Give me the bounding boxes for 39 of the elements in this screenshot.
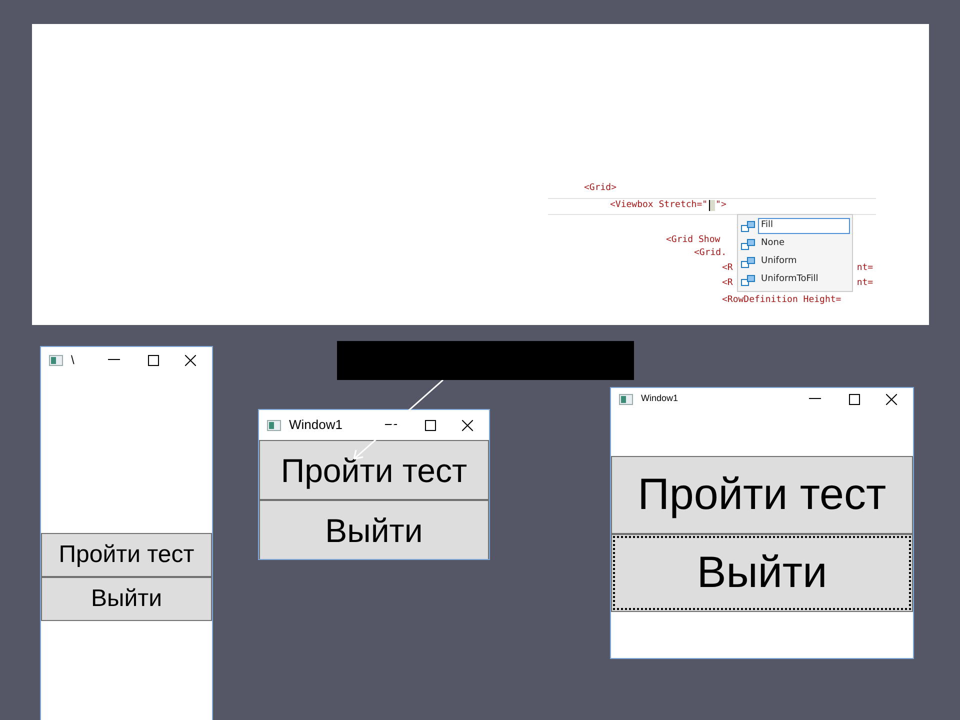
code-text: <Viewbox Stretch=": [610, 199, 708, 212]
window-title: Window1: [641, 392, 678, 406]
window-button[interactable]: Пройти тест: [611, 456, 913, 534]
code-text: <R: [722, 277, 733, 290]
code-text: <Grid.: [694, 247, 727, 260]
code-text: <Grid>: [584, 182, 617, 195]
code-text: <R: [722, 262, 733, 275]
code-text: nt=: [856, 262, 874, 275]
minimize-icon[interactable]: [108, 359, 120, 361]
window-title: \: [71, 352, 74, 369]
window-button[interactable]: Выйти: [41, 577, 212, 621]
completion-item[interactable]: UniformToFill: [738, 271, 852, 289]
close-icon[interactable]: [886, 394, 897, 404]
maximize-icon[interactable]: [849, 394, 860, 404]
window-app-icon: [267, 420, 281, 430]
window-title: Window1: [289, 416, 342, 434]
minimize-icon[interactable]: [385, 424, 397, 426]
window-button[interactable]: Пройти тест: [259, 440, 489, 500]
close-icon[interactable]: [462, 420, 473, 430]
enum-value-icon: [741, 220, 755, 232]
window-button[interactable]: Выйти: [259, 500, 489, 559]
window-button[interactable]: Выйти: [611, 534, 913, 612]
enum-value-icon: [741, 256, 755, 268]
code-text: <RowDefinition Height=: [722, 294, 842, 307]
completion-item[interactable]: None: [738, 235, 852, 253]
window-app-icon: [49, 354, 63, 366]
window-button[interactable]: Пройти тест: [41, 533, 212, 577]
enum-value-icon: [741, 274, 755, 286]
code-text: ">: [716, 199, 726, 212]
enum-value-icon: [741, 238, 755, 250]
close-icon[interactable]: [185, 354, 196, 366]
window-app-icon: [619, 394, 633, 404]
code-text: nt=: [856, 277, 874, 290]
code-text: <Grid Show: [666, 234, 720, 247]
minimize-icon[interactable]: [809, 398, 821, 400]
maximize-icon[interactable]: [425, 420, 436, 430]
text-cursor: [708, 200, 715, 212]
maximize-icon[interactable]: [148, 354, 159, 366]
completion-item[interactable]: Uniform: [738, 253, 852, 271]
